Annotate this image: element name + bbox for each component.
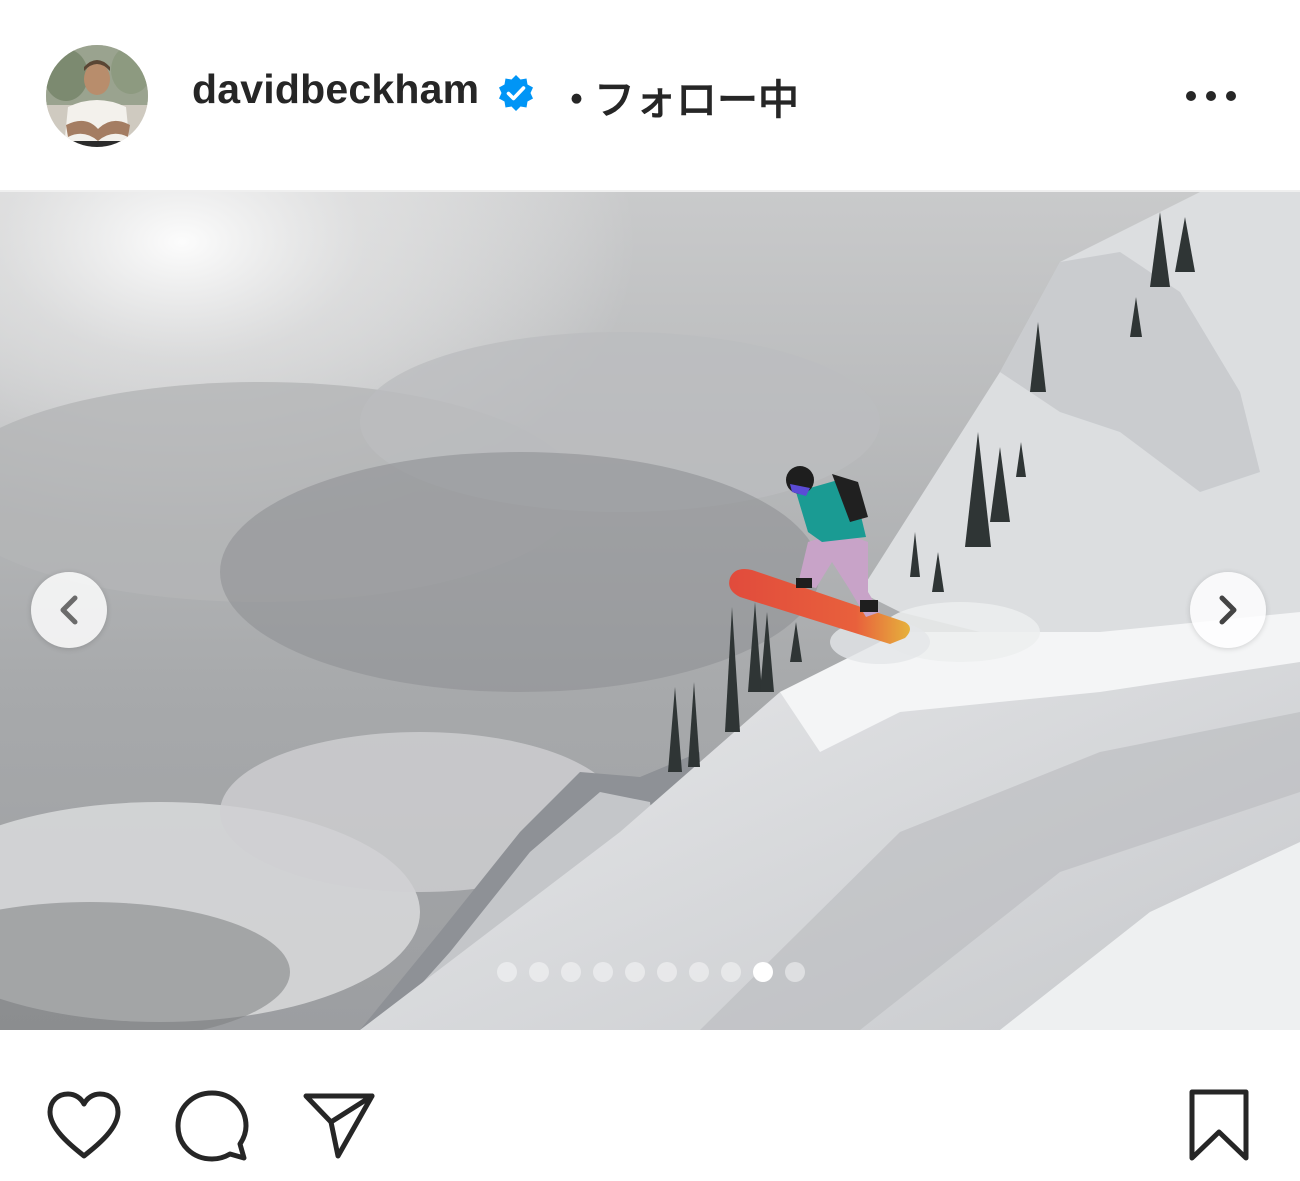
comment-button[interactable] [174,1088,250,1164]
carousel-dot [593,962,613,982]
carousel-dot [625,962,645,982]
carousel-indicators [497,962,805,984]
save-button[interactable] [1186,1088,1252,1164]
share-button[interactable] [302,1088,376,1160]
carousel-dot [497,962,517,982]
more-horizontal-icon [1186,91,1236,101]
carousel-dot [561,962,581,982]
chevron-right-icon [1219,595,1237,625]
chevron-left-icon [60,595,78,625]
avatar[interactable] [46,45,148,147]
post-media[interactable] [0,192,1300,1030]
more-options-button[interactable] [1180,78,1242,114]
username[interactable]: davidbeckham [192,66,479,113]
carousel-dot [657,962,677,982]
next-slide-button[interactable] [1190,572,1266,648]
carousel-dot [529,962,549,982]
action-bar [0,1030,1300,1181]
heart-icon [47,1091,121,1159]
carousel-dot [689,962,709,982]
carousel-dot-active [753,962,773,982]
post-header: davidbeckham ・ フォロー中 [0,0,1300,192]
comment-icon [175,1090,249,1162]
verified-badge-icon [499,75,533,111]
snowboard-photo [0,192,1300,1030]
paper-plane-icon [303,1093,375,1159]
bookmark-icon [1189,1089,1249,1161]
follow-status[interactable]: フォロー中 [594,66,799,126]
previous-slide-button[interactable] [31,572,107,648]
carousel-dot [721,962,741,982]
carousel-dot [785,962,805,982]
like-button[interactable] [44,1090,124,1162]
separator: ・ [556,77,597,123]
